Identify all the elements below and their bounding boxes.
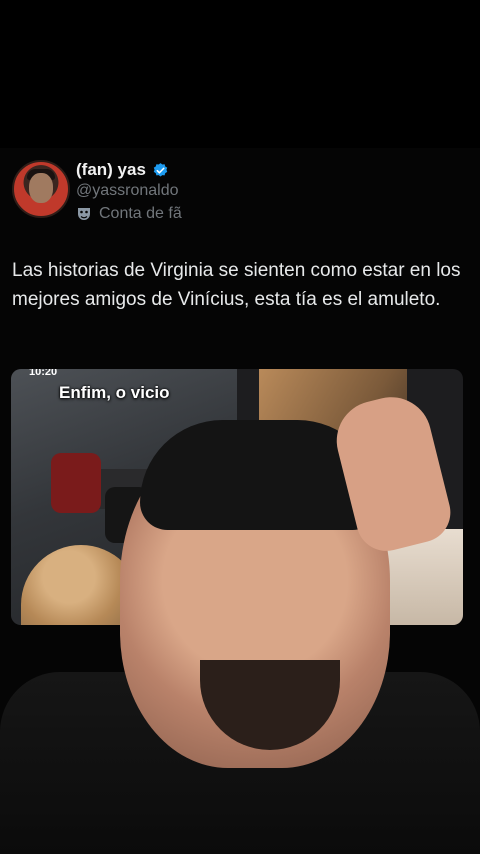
fan-account-label: Conta de fã <box>76 205 182 223</box>
room-chair-red <box>51 453 101 513</box>
name-row: (fan) yas <box>76 160 169 180</box>
mask-icon <box>78 208 90 220</box>
verified-icon <box>153 162 168 177</box>
media-timestamp: 10:20 <box>29 369 58 378</box>
media-caption: Enfim, o vicio <box>59 383 170 402</box>
display-name[interactable]: (fan) yas <box>76 160 146 180</box>
handle[interactable]: @yassronaldo <box>76 182 179 200</box>
tweet-text: Las historias de Virginia se sienten com… <box>12 260 461 310</box>
fan-account-text: Conta de fã <box>99 205 182 222</box>
avatar[interactable] <box>12 160 70 218</box>
avatar-face <box>29 173 53 203</box>
